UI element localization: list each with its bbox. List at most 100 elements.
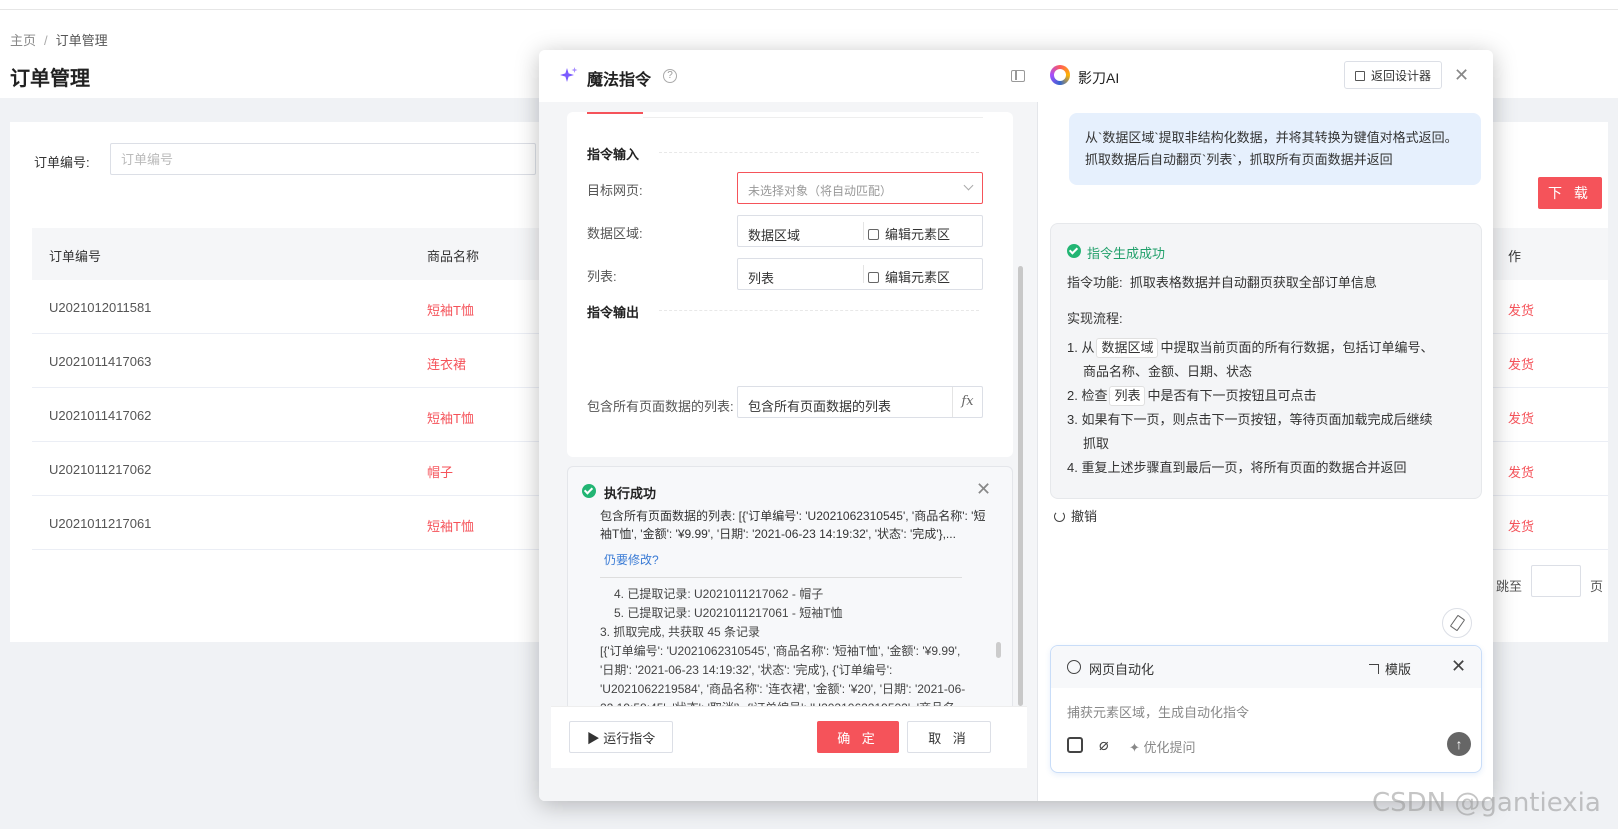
send-button[interactable]: ↑ <box>1447 732 1471 756</box>
target-page-select[interactable]: 未选择对象（将自动匹配） <box>737 172 983 204</box>
cell-product-link[interactable]: 短袖T恤 <box>427 300 474 319</box>
ai-response-card: 指令生成成功 指令功能: 抓取表格数据并自动翻页获取全部订单信息 实现流程: 1… <box>1050 223 1482 499</box>
ship-link[interactable]: 发货 <box>1508 462 1534 481</box>
data-region-tag: 数据区域 <box>1096 338 1159 358</box>
optimize-prompt-label: 优化提问 <box>1143 740 1196 755</box>
ai-assistant-pane: 影刀AI 返回设计器 ✕ 从`数据区域`提取非结构化数据，并将其转换为键值对格式… <box>1038 50 1493 801</box>
breadcrumb-separator: / <box>44 33 48 48</box>
breadcrumb-home[interactable]: 主页 <box>10 33 36 48</box>
list-value: 列表 <box>748 271 775 286</box>
active-tab-indicator <box>587 112 643 114</box>
function-label: 指令功能: <box>1067 275 1123 290</box>
chat-composer: 网页自动化 模版 ✕ 捕获元素区域，生成自动化指令 ⌀ ✦ 优化提问 ↑ <box>1050 645 1482 773</box>
undo-icon <box>1054 511 1065 522</box>
cell-order-id: U2021011217061 <box>49 516 152 531</box>
sparkle-icon <box>560 67 578 82</box>
back-to-designer-label: 返回设计器 <box>1370 68 1431 83</box>
cell-product-link[interactable]: 连衣裙 <box>427 354 466 373</box>
pane-scrollbar[interactable] <box>1018 266 1023 706</box>
web-automation-title: 网页自动化 <box>1089 662 1155 677</box>
jump-page-unit: 页 <box>1590 579 1604 594</box>
scan-icon <box>868 272 879 283</box>
close-icon[interactable]: ✕ <box>1454 66 1469 84</box>
step-text: 2. 检查 <box>1067 388 1108 403</box>
clear-brush-button[interactable] <box>1442 608 1472 638</box>
ship-link[interactable]: 发货 <box>1508 354 1534 373</box>
log-line: 4. 已提取记录: U2021011217062 - 帽子 <box>614 587 824 601</box>
success-check-icon <box>582 484 596 498</box>
result-divider <box>600 577 962 578</box>
step-text: 中提取当前页面的所有行数据，包括订单编号、 <box>1160 340 1434 355</box>
order-id-filter-label: 订单编号: <box>34 155 90 170</box>
order-id-filter-input[interactable] <box>110 143 536 175</box>
scan-icon <box>868 229 879 240</box>
breadcrumb-current: 订单管理 <box>55 33 108 48</box>
flow-step: 3. 如果有下一页，则点击下一页按钮，等待页面加载完成后继续 <box>1067 412 1433 427</box>
composer-header: 网页自动化 模版 ✕ <box>1051 646 1481 688</box>
ship-link[interactable]: 发货 <box>1508 408 1534 427</box>
template-button[interactable]: 模版 <box>1369 659 1411 678</box>
cell-product-link[interactable]: 短袖T恤 <box>427 408 474 427</box>
step-text: 1. 从 <box>1067 340 1095 355</box>
tab-divider <box>643 117 983 118</box>
modal-title: 魔法指令 <box>587 72 652 89</box>
flow-step: 4. 重复上述步骤直到最后一页，将所有页面的数据合并返回 <box>1067 460 1407 475</box>
sidebar-toggle-icon[interactable] <box>1011 70 1025 82</box>
cell-order-id: U2021012011581 <box>49 300 152 315</box>
edit-element-button[interactable]: 编辑元素区 <box>868 224 950 243</box>
flow-step: 商品名称、金额、日期、状态 <box>1083 364 1253 379</box>
list-field[interactable]: 列表 编辑元素区 <box>737 258 983 290</box>
generation-success-text: 指令生成成功 <box>1087 246 1166 261</box>
modal-footer: ▶ 运行指令 确 定 取 消 <box>551 706 1027 768</box>
instruction-pane: 魔法指令 ? 指令输入 目标网页: 未选择对象（将自动匹配） 数据区域: 数据区… <box>539 50 1038 801</box>
back-to-designer-button[interactable]: 返回设计器 <box>1344 61 1442 89</box>
data-region-field[interactable]: 数据区域 编辑元素区 <box>737 215 983 247</box>
section-divider <box>659 310 979 311</box>
section-divider <box>659 152 979 153</box>
output-list-field[interactable]: 包含所有页面数据的列表 fx <box>737 386 983 418</box>
ai-logo-icon <box>1050 65 1070 85</box>
watermark: CSDN @gantiexia <box>1372 788 1601 818</box>
attachment-icon[interactable]: ⌀ <box>1099 735 1109 755</box>
log-scrollbar[interactable] <box>996 642 1001 658</box>
output-list-value: 包含所有页面数据的列表 <box>748 399 892 414</box>
output-list-label: 包含所有页面数据的列表: <box>587 399 734 414</box>
cell-product-link[interactable]: 帽子 <box>427 462 453 481</box>
flow-step: 1. 从数据区域 中提取当前页面的所有行数据，包括订单编号、 <box>1067 336 1467 360</box>
data-region-value: 数据区域 <box>748 228 801 243</box>
jump-to-page-input[interactable] <box>1531 565 1581 597</box>
close-icon[interactable]: ✕ <box>976 480 991 498</box>
help-icon[interactable]: ? <box>663 69 677 83</box>
function-icon[interactable]: fx <box>952 387 982 417</box>
edit-element-label: 编辑元素区 <box>885 270 951 285</box>
edit-element-button[interactable]: 编辑元素区 <box>868 267 950 286</box>
top-bar <box>0 0 1618 10</box>
still-edit-link[interactable]: 仍要修改? <box>604 551 659 568</box>
instruction-function: 指令功能: 抓取表格数据并自动翻页获取全部订单信息 <box>1067 272 1377 291</box>
optimize-prompt-button[interactable]: ✦ 优化提问 <box>1129 737 1196 756</box>
download-button[interactable]: 下 载 <box>1538 177 1602 209</box>
prompt-input[interactable]: 捕获元素区域，生成自动化指令 <box>1067 702 1249 721</box>
target-page-label: 目标网页: <box>587 183 643 198</box>
ship-link[interactable]: 发货 <box>1508 300 1534 319</box>
close-icon[interactable]: ✕ <box>1451 656 1466 677</box>
field-divider <box>863 222 864 240</box>
cell-order-id: U2021011417063 <box>49 354 152 369</box>
confirm-button[interactable]: 确 定 <box>817 721 899 753</box>
cancel-button[interactable]: 取 消 <box>907 721 991 753</box>
success-check-icon <box>1067 244 1081 258</box>
capture-region-icon[interactable] <box>1067 737 1083 753</box>
chevron-down-icon <box>963 180 974 191</box>
run-instruction-button[interactable]: ▶ 运行指令 <box>569 721 673 753</box>
cell-product-link[interactable]: 短袖T恤 <box>427 516 474 535</box>
flow-step: 2. 检查 列表 中是否有下一页按钮且可点击 <box>1067 384 1467 408</box>
undo-button[interactable]: 撤销 <box>1054 506 1097 525</box>
log-line: 5. 已提取记录: U2021011217061 - 短袖T恤 <box>614 606 843 620</box>
flow-step: 抓取 <box>1083 436 1110 451</box>
ship-link[interactable]: 发货 <box>1508 516 1534 535</box>
cell-order-id: U2021011417062 <box>49 408 152 423</box>
step-text: 中是否有下一页按钮且可点击 <box>1147 388 1317 403</box>
list-label: 列表: <box>587 269 617 284</box>
page-title: 订单管理 <box>10 68 90 90</box>
ai-title: 影刀AI <box>1078 70 1120 86</box>
